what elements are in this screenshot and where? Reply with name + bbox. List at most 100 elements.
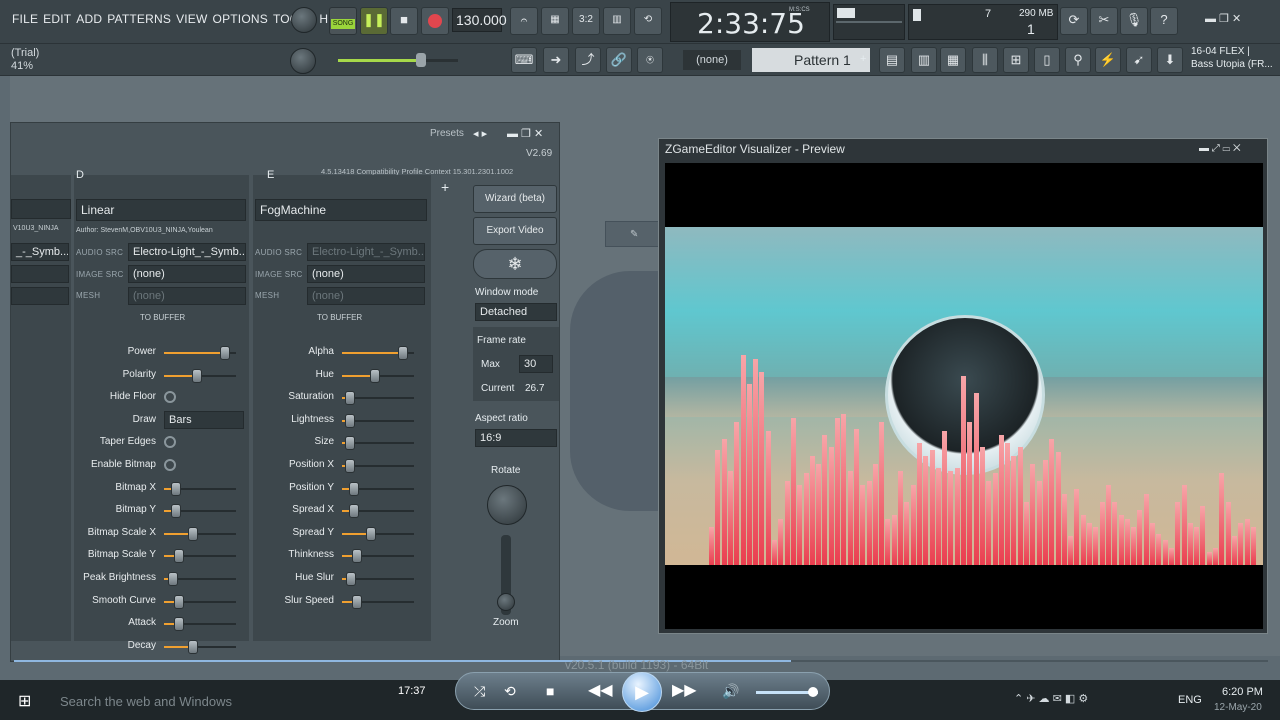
- param-slider-thumb[interactable]: [398, 346, 409, 360]
- param-slider[interactable]: [164, 481, 236, 496]
- layer-e-mesh[interactable]: (none): [307, 287, 425, 305]
- param-slider-thumb[interactable]: [174, 549, 184, 564]
- pattern-selector[interactable]: Pattern 1: [752, 48, 870, 72]
- clock-time[interactable]: 6:20 PM: [1222, 686, 1263, 698]
- mic-icon[interactable]: 🎙: [1120, 7, 1148, 35]
- param-slider-thumb[interactable]: [220, 346, 231, 360]
- song-mode-toggle[interactable]: SONG: [329, 7, 357, 35]
- param-slider-thumb[interactable]: [174, 617, 184, 632]
- stamp-icon[interactable]: ⍟: [637, 47, 663, 73]
- param-slider[interactable]: [164, 504, 236, 519]
- param-slider[interactable]: [342, 391, 414, 406]
- param-slider[interactable]: [342, 572, 414, 586]
- param-slider-thumb[interactable]: [346, 572, 357, 586]
- param-slider[interactable]: [342, 504, 414, 519]
- toggle-enable-bitmap[interactable]: [164, 459, 176, 471]
- blend-icon[interactable]: ▥: [603, 7, 631, 35]
- param-slider[interactable]: [164, 617, 236, 632]
- next-icon[interactable]: ▶▶: [672, 677, 697, 705]
- window-controls[interactable]: ▬ ❐ ✕: [1205, 12, 1241, 25]
- layer-d-mesh[interactable]: (none): [128, 287, 246, 305]
- param-slider-thumb[interactable]: [174, 594, 184, 609]
- toggle-hide-floor[interactable]: [164, 391, 176, 404]
- wizard-button[interactable]: Wizard (beta): [473, 185, 557, 213]
- menu-add[interactable]: ADD: [76, 12, 102, 26]
- param-slider-thumb[interactable]: [352, 549, 362, 564]
- help-icon[interactable]: ?: [1150, 7, 1178, 35]
- param-slider[interactable]: [342, 346, 414, 360]
- menu-patterns[interactable]: PATTERNS: [107, 12, 171, 26]
- master-slider[interactable]: [338, 53, 458, 67]
- param-slider[interactable]: [342, 368, 414, 383]
- wizard-icon[interactable]: ⚡: [1095, 47, 1121, 73]
- tray-icons[interactable]: ⌃ ✈ ☁ ✉ ◧ ⚙: [1014, 692, 1088, 705]
- param-slider[interactable]: [164, 594, 236, 609]
- snowflake-icon[interactable]: ❄: [473, 249, 557, 279]
- layer-c-image-src[interactable]: [11, 265, 69, 283]
- play-pause-button[interactable]: ▶: [622, 672, 662, 712]
- slide-icon[interactable]: ⤴: [575, 47, 601, 73]
- browser-icon[interactable]: ⊞: [1003, 47, 1029, 73]
- param-slider-thumb[interactable]: [191, 368, 202, 383]
- param-slider[interactable]: [342, 459, 414, 473]
- layer-d-image-src[interactable]: (none): [128, 265, 246, 283]
- param-slider[interactable]: [164, 572, 236, 586]
- menu-options[interactable]: OPTIONS: [213, 12, 268, 26]
- preset-nav-icon[interactable]: ◂ ▸: [473, 127, 487, 140]
- tempo-display[interactable]: 130.000: [452, 8, 507, 32]
- visualizer-window-controls[interactable]: ▬ ⤢ ▭ ✕: [1199, 143, 1241, 154]
- param-slider-thumb[interactable]: [348, 504, 359, 519]
- volume-icon[interactable]: 🔊: [722, 677, 739, 705]
- refresh-icon[interactable]: ⟳: [1060, 7, 1088, 35]
- draw-mode-select[interactable]: Bars: [164, 410, 244, 429]
- file-icon[interactable]: ▯: [1034, 47, 1060, 73]
- zoom-slider[interactable]: [497, 535, 515, 615]
- layer-d-effect-select[interactable]: Linear: [76, 199, 246, 221]
- aspect-ratio-select[interactable]: 16:9: [475, 429, 557, 447]
- tools-icon[interactable]: ✂: [1090, 7, 1118, 35]
- master-pitch-knob[interactable]: [290, 48, 316, 74]
- param-slider[interactable]: [342, 526, 414, 541]
- layer-d-to-buffer[interactable]: TO BUFFER: [140, 313, 185, 322]
- volume-thumb[interactable]: [808, 687, 818, 697]
- channel-selector[interactable]: (none): [683, 50, 741, 70]
- play-button[interactable]: ❚❚: [360, 7, 388, 35]
- stop-button[interactable]: ■: [390, 7, 418, 35]
- mixer-icon[interactable]: ⫼: [972, 47, 998, 73]
- shuffle-icon[interactable]: ⤮: [474, 677, 485, 705]
- param-slider-thumb[interactable]: [168, 572, 179, 586]
- playlist-icon[interactable]: ▤: [879, 47, 905, 73]
- piano-roll-icon[interactable]: ▥: [911, 47, 937, 73]
- layer-e-to-buffer[interactable]: TO BUFFER: [317, 313, 362, 322]
- layer-c-mesh[interactable]: [11, 287, 69, 305]
- param-slider-thumb[interactable]: [345, 436, 355, 451]
- language-indicator[interactable]: ENG: [1178, 694, 1202, 706]
- typing-keyboard-icon[interactable]: ⌨: [511, 47, 537, 73]
- previous-icon[interactable]: ◀◀: [588, 677, 613, 705]
- render-icon[interactable]: ➹: [1126, 47, 1152, 73]
- plugin-icon[interactable]: ⚲: [1065, 47, 1091, 73]
- param-slider[interactable]: [164, 346, 236, 360]
- param-slider[interactable]: [164, 549, 236, 564]
- layer-c-effect[interactable]: [11, 199, 71, 219]
- param-slider-thumb[interactable]: [345, 391, 355, 406]
- metronome-icon[interactable]: 𝄐: [510, 7, 538, 35]
- param-slider-thumb[interactable]: [188, 639, 198, 654]
- add-layer-icon[interactable]: +: [441, 179, 449, 195]
- step-edit-icon[interactable]: ➜: [543, 47, 569, 73]
- param-slider[interactable]: [342, 594, 414, 609]
- layer-e-effect-select[interactable]: FogMachine: [255, 199, 427, 221]
- download-icon[interactable]: ⬇: [1157, 47, 1183, 73]
- repeat-icon[interactable]: ⟲: [504, 677, 516, 705]
- wait-icon[interactable]: ▦: [541, 7, 569, 35]
- param-slider[interactable]: [342, 436, 414, 451]
- loop-record-icon[interactable]: ⟲: [634, 7, 662, 35]
- param-slider-thumb[interactable]: [348, 481, 359, 496]
- rotate-knob[interactable]: [487, 485, 527, 525]
- zoom-thumb[interactable]: [497, 593, 515, 611]
- param-slider[interactable]: [164, 368, 236, 383]
- param-slider-thumb[interactable]: [170, 481, 181, 496]
- layer-d-audio-src[interactable]: Electro-Light_-_Symb...: [128, 243, 246, 261]
- menu-view[interactable]: VIEW: [176, 12, 207, 26]
- max-fps-input[interactable]: 30: [519, 355, 553, 373]
